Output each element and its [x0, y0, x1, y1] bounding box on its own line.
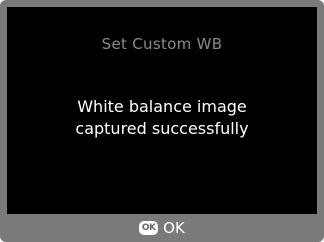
dialog-message: White balance image captured successfull… [7, 96, 317, 140]
ok-button-label: OK [163, 219, 185, 237]
ok-icon-text: OK [141, 223, 156, 233]
ok-button[interactable]: OK OK [0, 214, 324, 242]
camera-menu-frame: Set Custom WB White balance image captur… [0, 0, 324, 242]
dialog-title: Set Custom WB [101, 35, 223, 53]
message-screen: Set Custom WB White balance image captur… [7, 7, 317, 214]
message-line-2: captured successfully [75, 119, 249, 138]
message-line-1: White balance image [77, 97, 247, 116]
ok-button-icon: OK [139, 221, 159, 235]
